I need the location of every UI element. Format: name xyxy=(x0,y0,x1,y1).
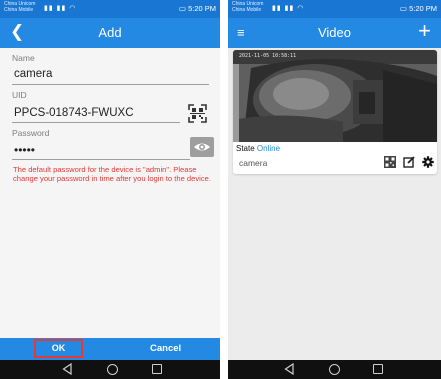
edit-icon[interactable] xyxy=(403,156,415,168)
signal-icon: ▮▮ ▮▮ ◠ xyxy=(272,5,305,12)
nav-recents-icon[interactable] xyxy=(152,364,162,374)
status-bar: China Unicom China Mobile ▮▮ ▮▮ ◠ ▭ 5:20… xyxy=(0,0,220,18)
nav-recents-icon[interactable] xyxy=(373,364,383,374)
status-right: ▭ 5:20 PM xyxy=(179,4,216,13)
eye-icon[interactable] xyxy=(190,137,214,157)
add-form: Name camera UID PPCS-018743-FWUXC Passwo… xyxy=(0,48,220,379)
state-online-badge: Online xyxy=(256,144,281,153)
signal-icon: ▮▮ ▮▮ ◠ xyxy=(44,5,77,12)
carrier-info: China Unicom China Mobile xyxy=(4,1,35,13)
system-nav-bar xyxy=(228,360,441,379)
password-warning: The default password for the device is "… xyxy=(13,165,211,183)
status-right: ▭ 5:20 PM xyxy=(400,4,437,13)
qr-scan-icon[interactable] xyxy=(188,104,207,123)
ok-button[interactable]: OK xyxy=(34,339,83,358)
camera-card[interactable]: 2021-11-05 10:58:11 State Online camera xyxy=(233,50,437,174)
uid-label: UID xyxy=(12,90,27,100)
uid-field-underline xyxy=(12,122,180,123)
add-device-screen: China Unicom China Mobile ▮▮ ▮▮ ◠ ▭ 5:20… xyxy=(0,0,220,379)
nav-back-icon[interactable] xyxy=(284,363,294,375)
name-label: Name xyxy=(12,53,35,63)
settings-gear-icon[interactable] xyxy=(422,156,434,168)
camera-name: camera xyxy=(239,158,268,168)
toolbar: ≡ Video + xyxy=(228,18,441,48)
action-bar: OK Cancel xyxy=(0,338,220,360)
status-time: 5:20 PM xyxy=(188,4,216,13)
name-field-underline xyxy=(12,84,209,85)
qr-code-icon[interactable] xyxy=(384,156,396,168)
toolbar: ❮ Add xyxy=(0,18,220,48)
status-time: 5:20 PM xyxy=(409,4,437,13)
page-title: Add xyxy=(98,25,122,40)
nav-home-icon[interactable] xyxy=(329,364,340,375)
carrier-info: China Unicom China Mobile xyxy=(232,1,263,13)
battery-icon: ▭ xyxy=(399,4,407,13)
password-field[interactable]: ••••• xyxy=(14,143,35,157)
carrier-2: China Mobile xyxy=(232,7,262,13)
cancel-button[interactable]: Cancel xyxy=(150,343,181,354)
add-icon[interactable]: + xyxy=(418,19,431,43)
state-label: State xyxy=(236,144,255,153)
camera-timestamp: 2021-11-05 10:58:11 xyxy=(239,53,297,59)
password-field-underline xyxy=(12,159,190,160)
carrier-2: China Mobile xyxy=(4,7,34,13)
camera-state: State Online xyxy=(236,144,280,153)
password-label: Password xyxy=(12,128,50,138)
battery-icon: ▭ xyxy=(178,4,186,13)
video-list-screen: China Unicom China Mobile ▮▮ ▮▮ ◠ ▭ 5:20… xyxy=(228,0,441,379)
uid-field[interactable]: PPCS-018743-FWUXC xyxy=(14,107,134,119)
system-nav-bar xyxy=(0,360,220,379)
nav-back-icon[interactable] xyxy=(62,363,72,375)
status-bar: China Unicom China Mobile ▮▮ ▮▮ ◠ ▭ 5:20… xyxy=(228,0,441,18)
page-title: Video xyxy=(317,25,351,40)
name-field[interactable]: camera xyxy=(14,68,52,80)
nav-home-icon[interactable] xyxy=(107,364,118,375)
camera-preview-image[interactable]: 2021-11-05 10:58:11 xyxy=(233,50,437,142)
